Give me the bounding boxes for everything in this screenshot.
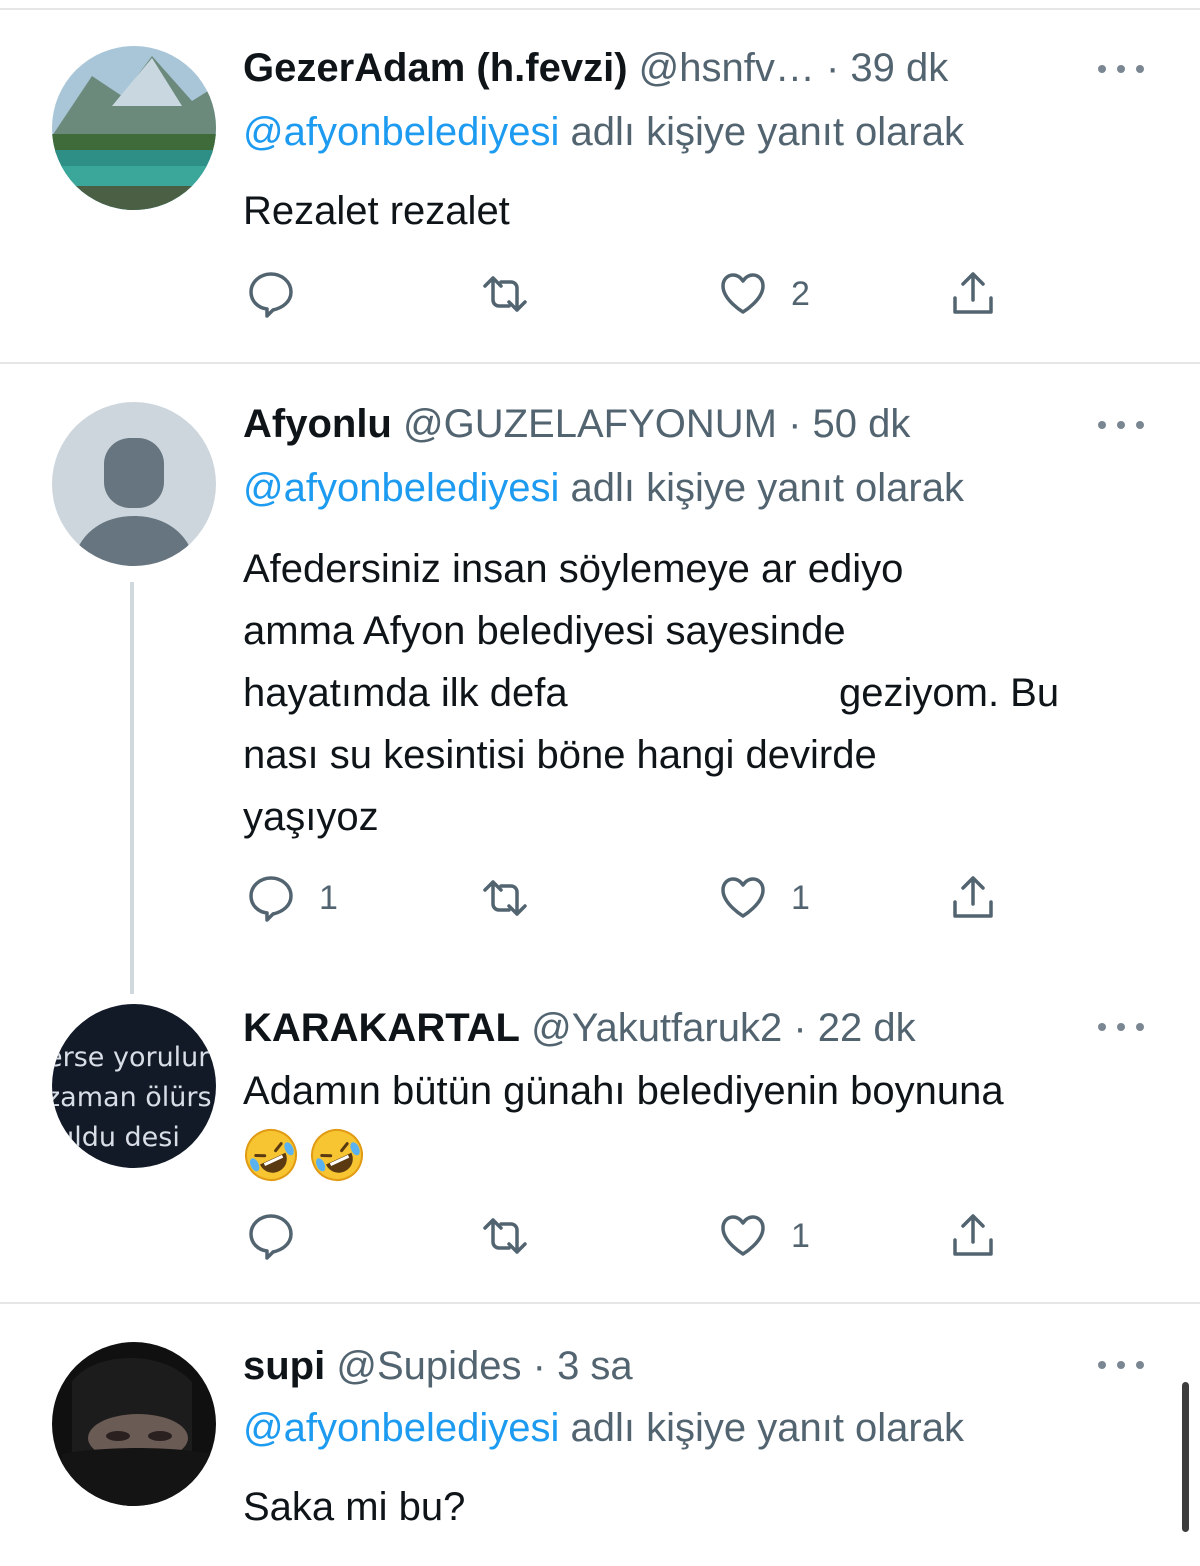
- avatar[interactable]: [52, 1342, 216, 1506]
- dark-portrait-photo: [52, 1342, 216, 1506]
- retweet-icon: [483, 1218, 527, 1254]
- share-icon: [953, 876, 993, 918]
- tweet-text-fragment: geziyom. Bu: [839, 671, 1060, 715]
- tweet-header: supi @Supides · 3 sa: [243, 1342, 633, 1390]
- tweet-text-line: Afedersiniz insan söylemeye ar ediyo: [243, 547, 904, 591]
- retweet-button[interactable]: [477, 870, 553, 926]
- replying-label: adlı kişiye yanıt olarak: [559, 466, 964, 510]
- tweet-actions: 2: [243, 266, 1023, 322]
- retweet-button[interactable]: [477, 1208, 553, 1264]
- replying-to: @afyonbelediyesi adlı kişiye yanıt olara…: [243, 108, 964, 156]
- retweet-icon: [483, 276, 527, 312]
- heart-icon: [721, 877, 765, 918]
- tweet-text: Afedersiniz insan söylemeye ar ediyo amm…: [243, 538, 1143, 848]
- tweet-header: Afyonlu @GUZELAFYONUM · 50 dk: [243, 400, 910, 448]
- share-button[interactable]: [945, 870, 1001, 926]
- tweet-text: Saka mi bu?: [243, 1485, 466, 1529]
- timestamp[interactable]: · 22 dk: [793, 1006, 915, 1050]
- retweet-icon: [483, 880, 527, 916]
- tweet-text-line: Adamın bütün günahı belediyenin boynuna: [243, 1069, 1004, 1113]
- like-count: 1: [791, 878, 810, 917]
- share-icon: [953, 272, 993, 314]
- mountain-lake-photo: [52, 46, 216, 210]
- rofl-emoji: [311, 1129, 363, 1182]
- replying-label: adlı kişiye yanıt olarak: [559, 110, 964, 154]
- heart-icon: [721, 273, 765, 314]
- more-options-icon[interactable]: [1098, 1358, 1144, 1372]
- user-handle[interactable]: @GUZELAFYONUM: [403, 402, 777, 446]
- user-handle[interactable]: @Supides: [336, 1344, 521, 1388]
- tweet-header: GezerAdam (h.fevzi) @hsnfv… · 39 dk: [243, 44, 948, 92]
- retweet-button[interactable]: [477, 266, 553, 322]
- scrollbar[interactable]: [1182, 1382, 1189, 1532]
- tweet-text-line: nası su kesintisi böne hangi devirde: [243, 733, 877, 777]
- like-count: 1: [791, 1216, 810, 1255]
- reply-button[interactable]: 1: [243, 870, 338, 926]
- mention-link[interactable]: @afyonbelediyesi: [243, 466, 559, 510]
- tweet-text-line: yaşıyoz: [243, 795, 379, 839]
- tweet-header: KARAKARTAL @Yakutfaruk2 · 22 dk: [243, 1004, 916, 1052]
- reply-count: 1: [319, 878, 338, 917]
- display-name[interactable]: Afyonlu: [243, 402, 392, 446]
- display-name[interactable]: KARAKARTAL: [243, 1006, 520, 1050]
- share-button[interactable]: [945, 266, 1001, 322]
- tweet-actions: 1 1: [243, 870, 1023, 926]
- avatar-text-line: zaman ölürs: [52, 1082, 212, 1113]
- tweet-text-line: amma Afyon belediyesi sayesinde: [243, 609, 846, 653]
- avatar[interactable]: [52, 46, 216, 210]
- heart-icon: [721, 1215, 765, 1256]
- tweet-divider: [0, 362, 1200, 364]
- rofl-emoji: [245, 1129, 297, 1182]
- like-button[interactable]: 2: [715, 266, 810, 322]
- reply-icon: [249, 1214, 293, 1260]
- reply-icon: [249, 272, 293, 318]
- like-count: 2: [791, 274, 810, 313]
- tweet-text-fragment: hayatımda ilk defa: [243, 671, 568, 715]
- more-options-icon[interactable]: [1098, 62, 1144, 76]
- timestamp[interactable]: · 3 sa: [533, 1344, 633, 1388]
- reply-button[interactable]: [243, 266, 319, 322]
- avatar-text-line: ruldu desi: [52, 1122, 180, 1153]
- share-button[interactable]: [945, 1208, 1001, 1264]
- replying-to: @afyonbelediyesi adlı kişiye yanıt olara…: [243, 1404, 964, 1452]
- tweet-actions: 1: [243, 1208, 1023, 1264]
- tweet-divider: [0, 1302, 1200, 1304]
- like-button[interactable]: 1: [715, 870, 810, 926]
- emoji-row: [243, 1122, 1163, 1184]
- share-icon: [953, 1214, 993, 1256]
- timestamp[interactable]: · 50 dk: [788, 402, 910, 446]
- default-profile-icon: [52, 402, 216, 566]
- avatar[interactable]: erse yorulur zaman ölürs ruldu desi: [52, 1004, 216, 1168]
- display-name[interactable]: supi: [243, 1344, 325, 1388]
- like-button[interactable]: 1: [715, 1208, 810, 1264]
- replying-to: @afyonbelediyesi adlı kişiye yanıt olara…: [243, 464, 964, 512]
- display-name[interactable]: GezerAdam (h.fevzi): [243, 46, 628, 90]
- more-options-icon[interactable]: [1098, 418, 1144, 432]
- tweet-text: Rezalet rezalet: [243, 189, 510, 233]
- reply-icon: [249, 876, 293, 922]
- mention-link[interactable]: @afyonbelediyesi: [243, 1406, 559, 1450]
- avatar-text-line: erse yorulur: [52, 1042, 210, 1073]
- user-handle[interactable]: @hsnfv…: [639, 46, 815, 90]
- more-options-icon[interactable]: [1098, 1020, 1144, 1034]
- avatar[interactable]: [52, 402, 216, 566]
- replying-label: adlı kişiye yanıt olarak: [559, 1406, 964, 1450]
- tweet-text: Adamın bütün günahı belediyenin boynuna: [243, 1060, 1163, 1184]
- tweet-text-line: hayatımda ilk defa geziyom. Bu: [243, 662, 1143, 724]
- user-handle[interactable]: @Yakutfaruk2: [531, 1006, 782, 1050]
- timestamp[interactable]: · 39 dk: [826, 46, 948, 90]
- avatar-text-image: erse yorulur zaman ölürs ruldu desi: [52, 1038, 216, 1158]
- reply-button[interactable]: [243, 1208, 319, 1264]
- thread-line: [130, 582, 134, 994]
- mention-link[interactable]: @afyonbelediyesi: [243, 110, 559, 154]
- top-divider: [0, 8, 1200, 10]
